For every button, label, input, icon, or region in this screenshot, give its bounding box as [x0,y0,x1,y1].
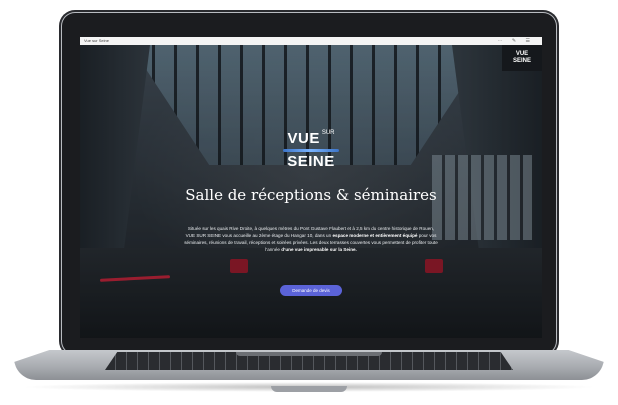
hero-text-line: séminaires, réunions de travail, récepti… [184,240,438,245]
wave-icon [283,149,339,152]
hero-description: Située sur les quais Rive Droite, à quel… [150,225,472,253]
page-title: Salle de réceptions & séminaires [185,186,437,204]
laptop-hinge [236,352,382,356]
hero-text-line: l’année [265,247,280,252]
corner-logo-line1: VUE [515,51,529,57]
laptop-front-notch [271,386,347,392]
hero-text-bold: espace moderne et entièrement équipé [332,233,418,238]
browser-toolbar-icons[interactable]: ⋯ ✎ ☰ [498,38,534,44]
corner-logo-line2: SEINE [512,58,531,64]
hero-logo: VUE SUR SEINE [271,130,351,170]
hero-text-line: VUE SUR SEINE vous accueille au 2ème éta… [185,233,332,238]
hero-logo-seine: SEINE [287,153,335,170]
hero-logo-sur: SUR [321,130,335,136]
quote-request-button[interactable]: Demande de devis [280,285,342,296]
hero-text-line: pour vos [418,233,437,238]
hero-logo-vue: VUE [287,130,320,147]
corner-logo[interactable]: VUE SEINE [502,45,542,71]
laptop-screen: Vue sur Seine ⋯ ✎ ☰ VUE SEINE VUE SUR SEI… [80,37,542,338]
browser-tab-title[interactable]: Vue sur Seine [84,38,109,43]
hero-text-bold: d’une vue imprenable sur la Seine. [281,247,357,252]
hero-text-line: Située sur les quais Rive Droite, à quel… [187,226,435,231]
